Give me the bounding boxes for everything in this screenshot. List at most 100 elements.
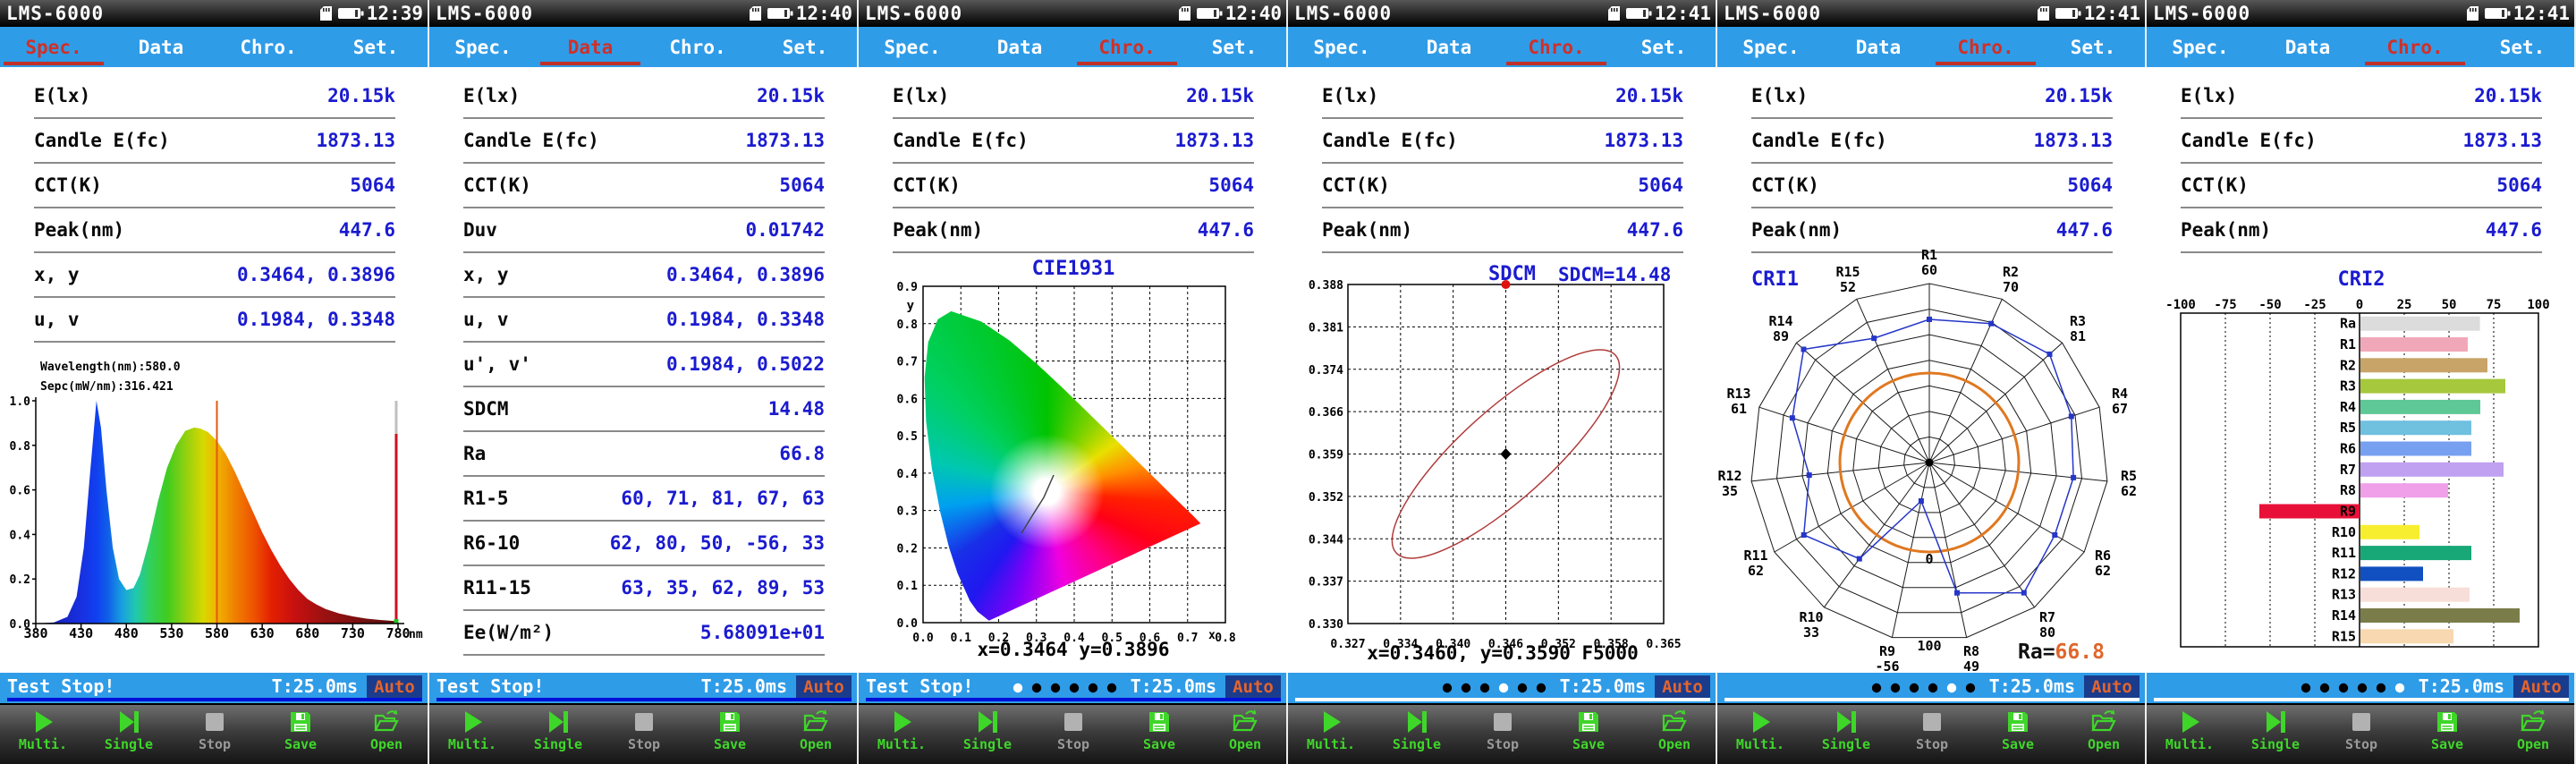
multi-button[interactable]: Multi. (0, 705, 86, 764)
row-value: 447.6 (1197, 219, 1254, 241)
auto-mode-badge[interactable]: Auto (367, 675, 422, 699)
auto-mode-badge[interactable]: Auto (2513, 675, 2569, 699)
tab-chro[interactable]: Chro. (644, 27, 751, 67)
svg-text:R14: R14 (2332, 607, 2356, 624)
tab-spec[interactable]: Spec. (1288, 27, 1395, 67)
save-button[interactable]: Save (1546, 705, 1631, 764)
svg-text:R4: R4 (2340, 399, 2356, 415)
button-label: Save (284, 736, 318, 752)
toolbar: Multi. Single Stop Save Open (429, 703, 859, 764)
single-button[interactable]: Single (1803, 705, 1889, 764)
open-button[interactable]: Open (1202, 705, 1288, 764)
tab-data[interactable]: Data (107, 27, 215, 67)
row-label: CCT(K) (1322, 174, 1390, 196)
open-button[interactable]: Open (773, 705, 859, 764)
multi-button[interactable]: Multi. (859, 705, 945, 764)
save-button[interactable]: Save (1116, 705, 1202, 764)
tab-spec[interactable]: Spec. (0, 27, 107, 67)
play-multi-icon (1324, 711, 1341, 733)
tab-set[interactable]: Set. (1610, 27, 1717, 67)
tab-chro[interactable]: Chro. (1503, 27, 1610, 67)
tab-data[interactable]: Data (966, 27, 1073, 67)
row-label: R1-5 (463, 488, 509, 509)
svg-text:61: 61 (1731, 401, 1747, 417)
single-button[interactable]: Single (2233, 705, 2318, 764)
tab-data[interactable]: Data (1395, 27, 1503, 67)
cri-bar-chart: -100 -75 -50 -25 0 25 50 75 100 Ra R1 R2 R3 R4 R5 R6 R7 R… (2165, 298, 2550, 648)
single-button[interactable]: Single (515, 705, 601, 764)
tab-spec[interactable]: Spec. (1717, 27, 1825, 67)
stop-button[interactable]: Stop (1460, 705, 1546, 764)
row-label: Ra (463, 443, 487, 464)
svg-text:0.366: 0.366 (1309, 406, 1343, 420)
data-row: R11-15 63, 35, 62, 89, 53 (463, 566, 825, 611)
single-button[interactable]: Single (1374, 705, 1460, 764)
battery-icon (2055, 8, 2081, 19)
save-button[interactable]: Save (687, 705, 773, 764)
svg-text:0.330: 0.330 (1309, 618, 1343, 632)
progress-line (2154, 698, 2569, 701)
auto-mode-badge[interactable]: Auto (796, 675, 852, 699)
svg-text:R15: R15 (2332, 628, 2356, 644)
multi-button[interactable]: Multi. (1717, 705, 1803, 764)
single-button[interactable]: Single (945, 705, 1030, 764)
auto-mode-badge[interactable]: Auto (1655, 675, 1710, 699)
row-label: u', v' (463, 353, 531, 375)
single-button[interactable]: Single (86, 705, 172, 764)
data-row: Duv 0.01742 (463, 208, 825, 253)
row-label: Candle E(fc) (1322, 130, 1458, 151)
tab-data[interactable]: Data (1825, 27, 1932, 67)
svg-text:R6: R6 (2340, 441, 2356, 457)
tab-set[interactable]: Set. (322, 27, 429, 67)
open-button[interactable]: Open (2490, 705, 2576, 764)
stop-button[interactable]: Stop (2318, 705, 2404, 764)
data-row: R6-10 62, 80, 50, -56, 33 (463, 522, 825, 566)
tab-set[interactable]: Set. (1181, 27, 1288, 67)
open-button[interactable]: Open (343, 705, 429, 764)
svg-text:R3: R3 (2340, 378, 2356, 395)
sd-card-icon (1607, 6, 1620, 21)
open-button[interactable]: Open (1631, 705, 1717, 764)
tab-spec[interactable]: Spec. (859, 27, 966, 67)
row-value: 20.15k (1615, 85, 1683, 106)
row-label: E(lx) (1322, 85, 1379, 106)
tab-data[interactable]: Data (537, 27, 644, 67)
tab-chro[interactable]: Chro. (2361, 27, 2469, 67)
tab-chro[interactable]: Chro. (215, 27, 322, 67)
tab-chro[interactable]: Chro. (1932, 27, 2039, 67)
row-label: CCT(K) (893, 174, 961, 196)
battery-icon (767, 8, 793, 19)
tab-chro[interactable]: Chro. (1073, 27, 1181, 67)
open-button[interactable]: Open (2061, 705, 2147, 764)
save-button[interactable]: Save (2404, 705, 2490, 764)
progress-line (1295, 698, 1710, 701)
tab-set[interactable]: Set. (2469, 27, 2576, 67)
tab-spec[interactable]: Spec. (2147, 27, 2254, 67)
data-row: x, y 0.3464, 0.3896 (34, 253, 395, 298)
integration-time: T:25.0ms (1988, 675, 2075, 697)
auto-mode-badge[interactable]: Auto (1225, 675, 1281, 699)
button-label: Open (2087, 736, 2121, 752)
tab-spec[interactable]: Spec. (429, 27, 537, 67)
stop-button[interactable]: Stop (1889, 705, 1975, 764)
row-value: 447.6 (338, 219, 395, 241)
stop-button[interactable]: Stop (172, 705, 258, 764)
device-title: LMS-6000 (436, 3, 534, 24)
stop-button[interactable]: Stop (601, 705, 687, 764)
button-label: Single (1392, 736, 1442, 752)
multi-button[interactable]: Multi. (429, 705, 515, 764)
tab-set[interactable]: Set. (2039, 27, 2147, 67)
save-button[interactable]: Save (1975, 705, 2061, 764)
sd-card-icon (2466, 6, 2479, 21)
stop-button[interactable]: Stop (1030, 705, 1116, 764)
auto-mode-badge[interactable]: Auto (2084, 675, 2140, 699)
status-icons (2037, 5, 2081, 21)
row-value: 5064 (350, 174, 395, 196)
multi-button[interactable]: Multi. (2147, 705, 2233, 764)
status-icons (319, 5, 364, 21)
tab-data[interactable]: Data (2254, 27, 2361, 67)
multi-button[interactable]: Multi. (1288, 705, 1374, 764)
save-button[interactable]: Save (258, 705, 343, 764)
row-value: 1873.13 (2033, 130, 2113, 151)
tab-set[interactable]: Set. (751, 27, 859, 67)
